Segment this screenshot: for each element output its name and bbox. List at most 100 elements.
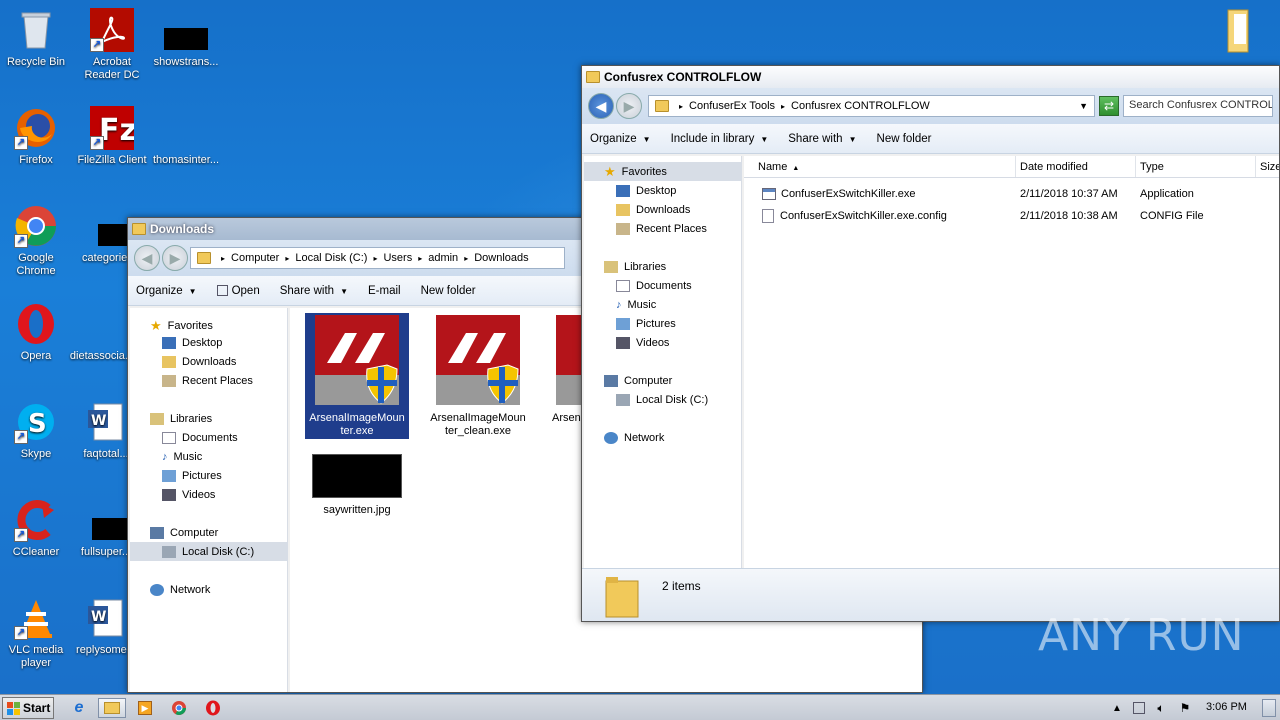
nav-local-disk[interactable]: Local Disk (C:) (616, 394, 708, 406)
local-disk-icon (616, 394, 630, 406)
breadcrumb-item[interactable]: Users (383, 252, 412, 264)
breadcrumb-item[interactable]: Confusrex CONTROLFLOW (791, 100, 930, 112)
breadcrumb-item[interactable]: ConfuserEx Tools (689, 100, 775, 112)
breadcrumb-item[interactable]: Computer (231, 252, 279, 264)
taskbar: Start e ▶ ▲ 🔈︎ ⚑ 3:06 PM (0, 694, 1280, 720)
breadcrumb-item[interactable]: admin (428, 252, 458, 264)
desktop-icon-vlc[interactable]: ↗ VLC media player (0, 596, 72, 670)
organize-label: Organize (136, 284, 183, 297)
clock[interactable]: 3:06 PM (1206, 701, 1247, 713)
desktop-icon-filezilla[interactable]: Fz ↗ FileZilla Client (76, 106, 148, 167)
confusrex-titlebar[interactable]: Confusrex CONTROLFLOW (582, 66, 1279, 88)
address-dropdown-icon[interactable]: ▼ (1079, 101, 1088, 111)
nav-recent-places[interactable]: Recent Places (616, 223, 707, 235)
flag-icon[interactable]: ⚑ (1174, 698, 1196, 718)
nav-network[interactable]: Network (150, 584, 210, 596)
organize-button[interactable]: Organize ▼ (136, 285, 197, 297)
show-desktop-button[interactable] (1262, 699, 1276, 717)
desktop-icon-acrobat[interactable]: ↗ Acrobat Reader DC (76, 8, 148, 82)
back-button[interactable]: ◀ (588, 93, 614, 119)
nav-local-disk[interactable]: Local Disk (C:) (130, 542, 288, 561)
volume-icon[interactable]: 🔈︎ (1150, 698, 1172, 718)
nav-music[interactable]: ♪ Music (616, 299, 656, 311)
desktop-icon-thomasinter[interactable]: thomasinter... (150, 106, 222, 167)
column-name[interactable]: Name ▲ (744, 156, 1016, 177)
nav-music[interactable]: ♪ Music (162, 451, 202, 463)
forward-button[interactable]: ▶ (162, 245, 188, 271)
email-button[interactable]: E-mail (368, 285, 401, 297)
new-folder-button[interactable]: New folder (421, 285, 476, 297)
nav-desktop[interactable]: Desktop (162, 337, 222, 349)
open-button[interactable]: Open (216, 285, 260, 297)
file-item[interactable]: ArsenalImageMounter_clean.exe (426, 313, 530, 439)
organize-button[interactable]: Organize ▼ (590, 133, 651, 145)
back-button[interactable]: ◀ (134, 245, 160, 271)
show-hidden-icons-icon[interactable]: ▲ (1106, 698, 1128, 718)
svg-text:W: W (91, 609, 106, 625)
nav-libraries[interactable]: Libraries (150, 413, 212, 425)
search-input[interactable]: Search Confusrex CONTROLFLOW (1123, 95, 1273, 117)
breadcrumb-item[interactable]: Downloads (474, 252, 528, 264)
start-button[interactable]: Start (2, 697, 54, 719)
desktop-icon-ccleaner[interactable]: ↗ CCleaner (0, 498, 72, 559)
dropdown-arrow-icon: ▼ (760, 134, 769, 144)
share-with-button[interactable]: Share with ▼ (788, 133, 856, 145)
share-with-button[interactable]: Share with ▼ (280, 285, 348, 297)
nav-computer[interactable]: Computer (604, 375, 672, 387)
nav-videos[interactable]: Videos (162, 489, 215, 501)
nav-label: Pictures (182, 470, 222, 482)
nav-favorites[interactable]: ★ Favorites (584, 162, 742, 181)
desktop-icon-showstrans[interactable]: showstrans... (150, 8, 222, 69)
desktop-icon (616, 185, 630, 197)
nav-favorites[interactable]: ★ Favorites (150, 318, 213, 334)
nav-pictures[interactable]: Pictures (616, 318, 676, 330)
table-row[interactable]: ConfuserExSwitchKiller.exe 2/11/2018 10:… (744, 184, 1279, 204)
desktop-icon-skype[interactable]: S ↗ Skype (0, 400, 72, 461)
address-row: ◀ ▶ ▸ ConfuserEx Tools ▸ Confusrex CONTR… (582, 88, 1279, 124)
table-row[interactable]: ConfuserExSwitchKiller.exe.config 2/11/2… (744, 206, 1279, 226)
explorer-taskbar-icon[interactable] (98, 698, 126, 718)
column-type[interactable]: Type (1136, 156, 1256, 177)
desktop-icon-opera[interactable]: Opera (0, 302, 72, 363)
new-folder-button[interactable]: New folder (877, 133, 932, 145)
column-name-label: Name (758, 161, 788, 173)
nav-recent-places[interactable]: Recent Places (162, 375, 253, 387)
nav-videos[interactable]: Videos (616, 337, 669, 349)
chrome-taskbar-icon[interactable] (168, 698, 190, 718)
file-item[interactable]: ArsenalImageMounter.exe (305, 313, 409, 439)
column-size[interactable]: Size (1256, 156, 1279, 177)
nav-network[interactable]: Network (604, 432, 664, 444)
opera-taskbar-icon[interactable] (202, 698, 224, 718)
desktop-icon-chrome[interactable]: ↗ Google Chrome (0, 204, 72, 278)
desktop-icon-confuserex[interactable] (1196, 6, 1268, 54)
action-center-icon[interactable] (1128, 698, 1150, 718)
nav-downloads[interactable]: Downloads (162, 356, 236, 368)
address-bar[interactable]: ▸ ConfuserEx Tools ▸ Confusrex CONTROLFL… (648, 95, 1095, 117)
nav-desktop[interactable]: Desktop (616, 185, 676, 197)
refresh-icon[interactable]: ⇄ (1099, 96, 1119, 116)
include-in-library-button[interactable]: Include in library ▼ (671, 133, 769, 145)
config-file-icon (762, 209, 774, 223)
file-item[interactable]: ArsenalImageMounter_c... (546, 313, 586, 439)
desktop-icon-recycle-bin[interactable]: Recycle Bin (0, 8, 72, 69)
shortcut-arrow-icon: ↗ (14, 136, 28, 150)
forward-button[interactable]: ▶ (616, 93, 642, 119)
libraries-icon (604, 261, 618, 273)
media-player-icon[interactable]: ▶ (134, 698, 156, 718)
internet-explorer-icon[interactable]: e (68, 698, 90, 718)
address-bar[interactable]: ▸ Computer ▸ Local Disk (C:) ▸ Users ▸ a… (190, 247, 565, 269)
desktop-icon-firefox[interactable]: ↗ Firefox (0, 106, 72, 167)
nav-pictures[interactable]: Pictures (162, 470, 222, 482)
nav-label: Videos (182, 489, 216, 501)
file-item[interactable]: saywritten.jpg (305, 454, 409, 524)
breadcrumb-item[interactable]: Local Disk (C:) (295, 252, 367, 264)
nav-documents[interactable]: Documents (162, 432, 238, 444)
nav-computer[interactable]: Computer (150, 527, 218, 539)
folder-icon (197, 252, 211, 264)
column-date-modified[interactable]: Date modified (1016, 156, 1136, 177)
nav-documents[interactable]: Documents (616, 280, 692, 292)
computer-icon (150, 527, 164, 539)
nav-downloads[interactable]: Downloads (616, 204, 690, 216)
confusrex-window[interactable]: Confusrex CONTROLFLOW ◀ ▶ ▸ ConfuserEx T… (581, 65, 1280, 622)
nav-libraries[interactable]: Libraries (604, 261, 666, 273)
